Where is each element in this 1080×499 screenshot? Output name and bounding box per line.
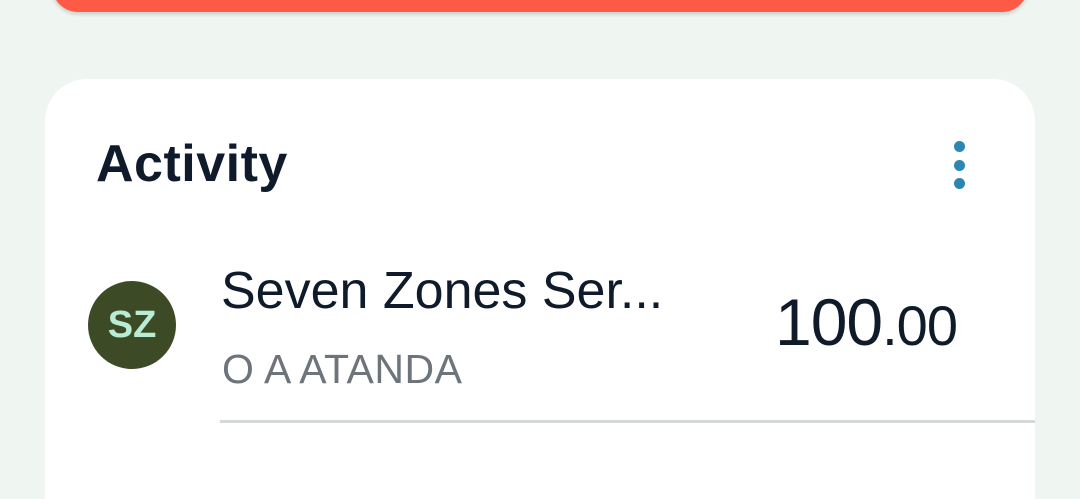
transaction-amount: 100.00	[775, 284, 958, 360]
avatar: SZ	[88, 281, 176, 369]
top-action-banner[interactable]	[52, 0, 1028, 12]
activity-card: Activity SZ Seven Zones Ser... O A ATAND…	[45, 79, 1035, 499]
amount-whole: 100	[775, 285, 883, 359]
more-options-icon[interactable]	[941, 139, 977, 191]
row-divider	[220, 420, 1035, 423]
transaction-subtitle: O A ATANDA	[222, 346, 463, 392]
menu-dot	[953, 178, 965, 189]
menu-dot	[953, 159, 965, 171]
activity-title: Activity	[96, 135, 288, 193]
transaction-name[interactable]: Seven Zones Ser...	[221, 261, 721, 321]
amount-cents: .00	[882, 294, 958, 357]
menu-dot	[953, 141, 965, 152]
